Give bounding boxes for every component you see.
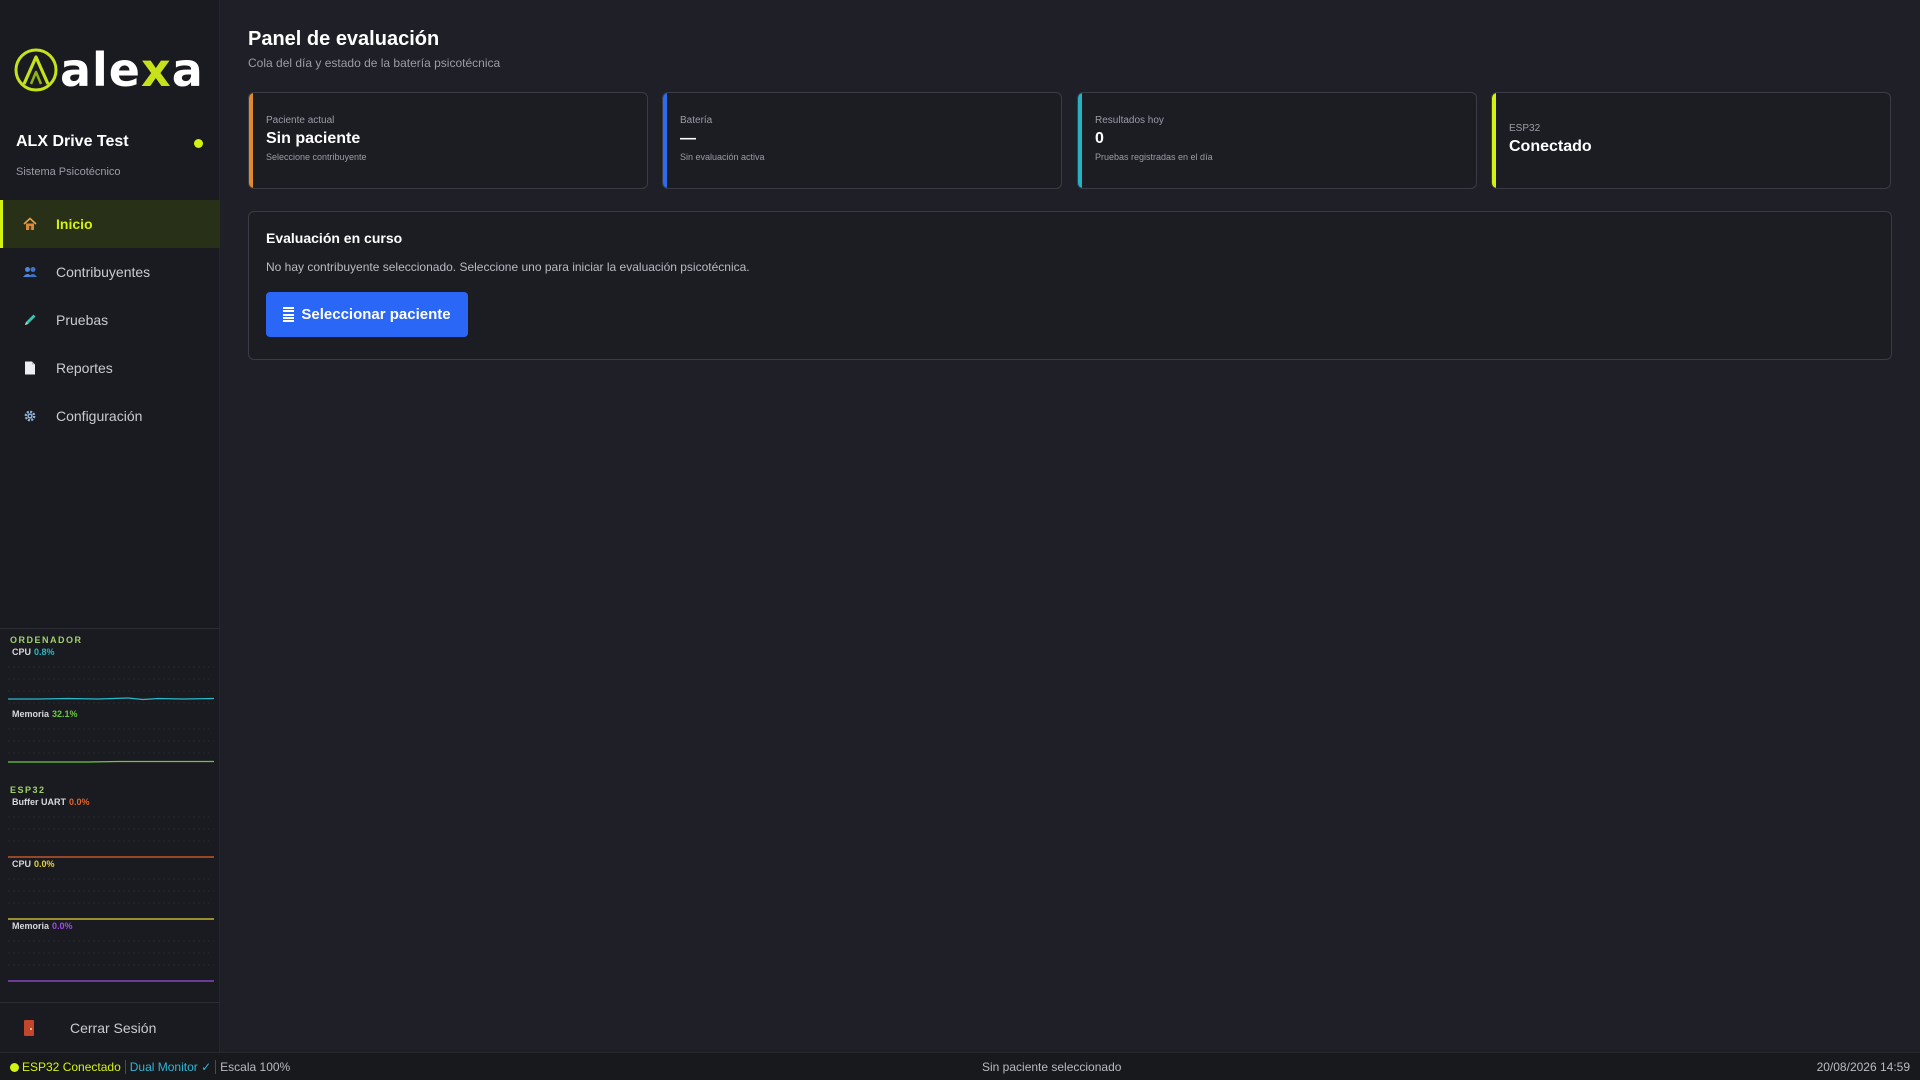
nav-item-contribuyentes[interactable]: Contribuyentes (0, 248, 220, 296)
card-note: Seleccione contribuyente (266, 152, 367, 162)
card-note: Sin evaluación activa (680, 152, 765, 162)
esp32-card: ESP32 Conectado (1491, 92, 1891, 189)
divider (215, 1060, 217, 1074)
evaluation-title: Evaluación en curso (266, 230, 403, 246)
logout-label: Cerrar Sesión (70, 1019, 157, 1036)
nav-item-reportes[interactable]: Reportes (0, 344, 220, 392)
card-value: Sin paciente (266, 130, 361, 147)
logo-wordmark: alexa (60, 43, 204, 97)
esp-status-text: ESP32 Conectado (22, 1060, 121, 1074)
status-bar: ESP32 Conectado Dual Monitor ✓ Escala 10… (0, 1052, 1920, 1080)
door-icon (24, 1019, 34, 1036)
card-value: — (680, 130, 696, 147)
evaluation-panel: Evaluación en curso No hay contribuyente… (248, 211, 1892, 360)
app-logo: alexa (14, 46, 204, 94)
card-label: Paciente actual (266, 115, 335, 126)
results-today-card: Resultados hoy 0 Pruebas registradas en … (1077, 92, 1477, 189)
nav-item-label: Reportes (56, 360, 113, 376)
nav-item-inicio[interactable]: Inicio (0, 200, 220, 248)
datetime: 20/08/2026 14:59 (1816, 1060, 1910, 1074)
logout-button[interactable]: Cerrar Sesión (0, 1002, 220, 1052)
nav-item-label: Configuración (56, 408, 143, 424)
divider (124, 1060, 126, 1074)
scale-status: Escala 100% (220, 1060, 291, 1074)
nav-item-label: Contribuyentes (56, 264, 151, 280)
card-note: Pruebas registradas en el día (1095, 152, 1213, 162)
card-value: 0 (1095, 130, 1104, 147)
uart-metric-label: Buffer UART 0.0% (12, 797, 90, 807)
memory-sparkline (8, 728, 214, 763)
cpu-sparkline (8, 666, 214, 704)
list-icon (283, 307, 295, 322)
pencil-icon (22, 312, 38, 328)
esp-memory-sparkline (8, 940, 214, 982)
card-label: Resultados hoy (1095, 115, 1164, 126)
esp-status-dot (10, 1062, 19, 1072)
main-nav: Inicio Contribuyentes Pruebas Reportes C… (0, 200, 220, 440)
page-title: Panel de evaluación (248, 28, 440, 50)
system-monitor: ORDENADOR CPU 0.8% Memoria 32.1% ESP32 Buf… (0, 628, 220, 983)
evaluation-message: No hay contribuyente seleccionado. Selec… (266, 260, 750, 274)
nav-item-label: Inicio (56, 216, 93, 232)
house-icon (22, 216, 38, 232)
people-icon (22, 264, 38, 280)
card-label: Batería (680, 115, 713, 126)
patient-status: Sin paciente seleccionado (982, 1060, 1122, 1074)
sidebar: alexa ALX Drive Test Sistema Psicotécnic… (0, 0, 220, 1052)
uart-sparkline (8, 816, 214, 858)
page-subtitle: Cola del día y estado de la batería psic… (248, 56, 501, 70)
select-patient-button[interactable]: Seleccionar paciente (266, 292, 468, 337)
connection-status-dot (194, 139, 203, 148)
select-patient-label: Seleccionar paciente (301, 306, 451, 323)
battery-card: Batería — Sin evaluación activa (662, 92, 1062, 189)
app-name: ALX Drive Test (16, 133, 129, 150)
esp-cpu-sparkline (8, 878, 214, 920)
esp32-section-title: ESP32 (10, 785, 46, 795)
nav-item-label: Pruebas (56, 312, 109, 328)
logo-mark-icon (14, 48, 58, 92)
app-subtitle: Sistema Psicotécnico (16, 166, 121, 178)
current-patient-card: Paciente actual Sin paciente Seleccione … (248, 92, 648, 189)
cpu-metric-label: CPU 0.8% (12, 647, 55, 657)
esp-cpu-metric-label: CPU 0.0% (12, 859, 55, 869)
card-value: Conectado (1509, 138, 1592, 155)
card-label: ESP32 (1509, 123, 1541, 134)
memory-metric-label: Memoria 32.1% (12, 709, 78, 719)
dual-monitor-status: Dual Monitor ✓ (129, 1060, 212, 1074)
document-icon (22, 360, 38, 376)
esp-memory-metric-label: Memoria 0.0% (12, 921, 73, 931)
nav-item-configuracion[interactable]: Configuración (0, 392, 220, 440)
ordenador-section-title: ORDENADOR (10, 635, 83, 645)
gear-icon (22, 408, 38, 424)
nav-item-pruebas[interactable]: Pruebas (0, 296, 220, 344)
